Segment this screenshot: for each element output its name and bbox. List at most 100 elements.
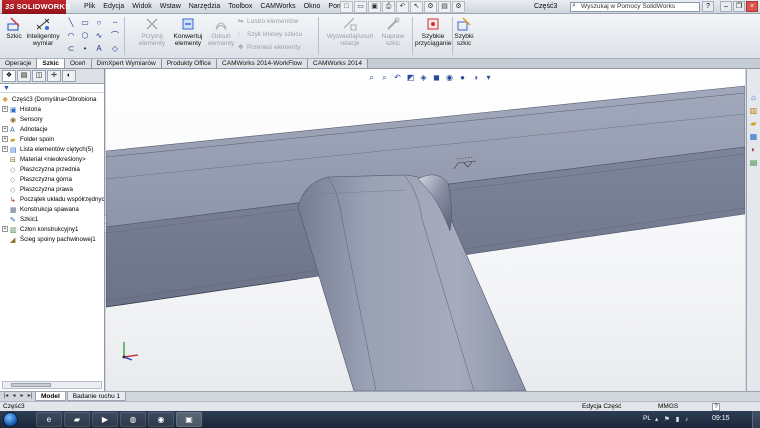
file-explorer-taskbar-icon[interactable]: ▰	[64, 412, 90, 427]
display-manager-tab-icon[interactable]: ◐	[62, 70, 76, 82]
system-tray-icons[interactable]: ▴ ⚑ ▮ ♪	[655, 415, 690, 423]
new-file-icon[interactable]: □	[340, 1, 353, 13]
open-file-icon[interactable]: ▭	[354, 1, 367, 13]
view-palette-icon[interactable]: ▦	[749, 132, 759, 142]
print-icon[interactable]: ⎙	[382, 1, 395, 13]
prev-tab-arrow-icon[interactable]: ◂	[10, 392, 18, 401]
tree-expander-icon[interactable]: +	[2, 136, 8, 142]
internet-explorer-icon[interactable]: e	[36, 412, 62, 427]
tree-node[interactable]: ▦ Konstrukcja spawana	[0, 205, 104, 215]
view-orientation-icon[interactable]: ◈	[418, 72, 429, 83]
appearances-icon[interactable]: ◐	[749, 145, 759, 155]
solidworks-resources-icon[interactable]: ⌂	[749, 93, 759, 103]
tab-dimxpert[interactable]: DimXpert Wymiarów	[91, 59, 162, 68]
file-properties-icon[interactable]: ▤	[438, 1, 451, 13]
move-entities-button[interactable]: ✥ Przenieś elementy	[238, 43, 300, 53]
smart-dimension-button[interactable]: Inteligentny wymiar	[25, 16, 61, 47]
next-tab-arrow-icon[interactable]: ▸	[18, 392, 26, 401]
apply-scene-icon[interactable]: ◑	[470, 72, 481, 83]
offset-entities-button[interactable]: Odsuń elementy	[206, 16, 236, 47]
tree-node[interactable]: ◉ Sensory	[0, 115, 104, 125]
mirror-entities-button[interactable]: ⇋ Lustro elementów	[238, 17, 298, 27]
custom-properties-icon[interactable]: ▤	[749, 158, 759, 168]
hide-show-items-icon[interactable]: ◉	[444, 72, 455, 83]
tab-motion-study[interactable]: Badanie ruchu 1	[66, 392, 127, 401]
restore-button[interactable]: ❐	[733, 1, 745, 12]
display-style-icon[interactable]: ◼	[431, 72, 442, 83]
feature-tree-tab-icon[interactable]: ❖	[2, 70, 16, 82]
tree-node[interactable]: + ▣ Historia	[0, 105, 104, 115]
tree-node[interactable]: ◇ Płaszczyzna prawa	[0, 185, 104, 195]
convert-entities-button[interactable]: Konwertuj elementy	[170, 16, 206, 47]
start-button[interactable]	[3, 412, 18, 427]
tree-node[interactable]: ◇ Płaszczyzna górna	[0, 175, 104, 185]
section-view-icon[interactable]: ◩	[405, 72, 416, 83]
tab-camworks[interactable]: CAMWorks 2014	[308, 59, 369, 68]
reference-triad-icon[interactable]	[120, 339, 144, 361]
slot-icon[interactable]: ⊂	[64, 42, 78, 55]
centerline-icon[interactable]: ┄	[108, 16, 122, 29]
file-explorer-icon[interactable]: ▰	[749, 119, 759, 129]
close-button[interactable]: ×	[746, 1, 758, 12]
line-icon[interactable]: ╲	[64, 16, 78, 29]
menu-camworks[interactable]: CAMWorks	[256, 0, 299, 14]
tree-expander-icon[interactable]: +	[2, 146, 8, 152]
tab-camworks-workflow[interactable]: CAMWorks 2014-WorkFlow	[217, 59, 308, 68]
tree-filter-row[interactable]: ▼	[0, 84, 104, 93]
zoom-area-icon[interactable]: ⌕	[379, 72, 390, 83]
rebuild-icon[interactable]: ⚙	[424, 1, 437, 13]
design-library-icon[interactable]: ▥	[749, 106, 759, 116]
previous-view-icon[interactable]: ↶	[392, 72, 403, 83]
spline-icon[interactable]: ∿	[92, 29, 106, 42]
arc-icon[interactable]: ◠	[64, 29, 78, 42]
tree-expander-icon[interactable]: +	[2, 106, 8, 112]
menu-insert[interactable]: Wstaw	[156, 0, 185, 14]
save-icon[interactable]: ▣	[368, 1, 381, 13]
tab-sketch[interactable]: Szkic	[37, 59, 65, 68]
menu-file[interactable]: Plik	[80, 0, 99, 14]
tree-node[interactable]: ⊟ Materiał <nieokreślony>	[0, 155, 104, 165]
property-manager-tab-icon[interactable]: ▤	[17, 70, 31, 82]
solidworks-logo[interactable]: 3S SOLIDWORKS	[2, 0, 70, 14]
circle-icon[interactable]: ○	[92, 16, 106, 29]
sketch-button[interactable]: Szkic	[3, 16, 25, 40]
point-icon[interactable]: •	[78, 42, 92, 55]
edit-appearance-icon[interactable]: ●	[457, 72, 468, 83]
graphics-area[interactable]: ⌕ ⌕ ↶ ◩ ◈ ◼ ◉ ● ◑ ▾	[106, 69, 745, 391]
tree-node[interactable]: ✎ Szkic1	[0, 215, 104, 225]
select-icon[interactable]: ↖	[410, 1, 423, 13]
plane-icon[interactable]: ◇	[108, 42, 122, 55]
repair-sketch-button[interactable]: Napraw szkic	[378, 16, 408, 47]
menu-window[interactable]: Okno	[300, 0, 325, 14]
help-icon[interactable]: ?	[702, 1, 714, 12]
menu-tools[interactable]: Narzędzia	[185, 0, 225, 14]
scrollbar-thumb[interactable]	[11, 383, 51, 387]
chrome-icon[interactable]: ◍	[120, 412, 146, 427]
clock[interactable]: 09:15	[712, 415, 730, 422]
status-units[interactable]: MMGS	[658, 402, 678, 411]
polygon-icon[interactable]: ⬡	[78, 29, 92, 42]
tree-expander-icon[interactable]: +	[2, 126, 8, 132]
media-player-icon[interactable]: ▶	[92, 412, 118, 427]
zoom-to-fit-icon[interactable]: ⌕	[366, 72, 377, 83]
display-relations-button[interactable]: Wyświetlaj/usuń relacje	[326, 16, 374, 47]
other-app-icon[interactable]: ◉	[148, 412, 174, 427]
status-help-icon[interactable]: ?	[712, 403, 720, 411]
text-icon[interactable]: A	[92, 42, 106, 55]
last-tab-arrow-icon[interactable]: ▸|	[26, 392, 34, 401]
tab-model[interactable]: Model	[35, 392, 66, 401]
weldment-model[interactable]	[106, 69, 745, 391]
first-tab-arrow-icon[interactable]: |◂	[2, 392, 10, 401]
menu-edit[interactable]: Edycja	[99, 0, 128, 14]
configuration-manager-tab-icon[interactable]: ◫	[32, 70, 46, 82]
tree-expander-icon[interactable]: +	[2, 226, 8, 232]
solidworks-taskbar-icon[interactable]: ▣	[176, 412, 202, 427]
tree-node[interactable]: ↳ Początek układu współrzędnych	[0, 195, 104, 205]
tree-node[interactable]: + ▥ Człon konstrukcyjny1	[0, 225, 104, 235]
minimize-button[interactable]: –	[720, 1, 732, 12]
tree-node[interactable]: ◇ Płaszczyzna przednia	[0, 165, 104, 175]
tab-evaluate[interactable]: Oceń	[65, 59, 92, 68]
menu-view[interactable]: Widok	[128, 0, 155, 14]
undo-icon[interactable]: ↶	[396, 1, 409, 13]
dimxpert-manager-tab-icon[interactable]: ✛	[47, 70, 61, 82]
